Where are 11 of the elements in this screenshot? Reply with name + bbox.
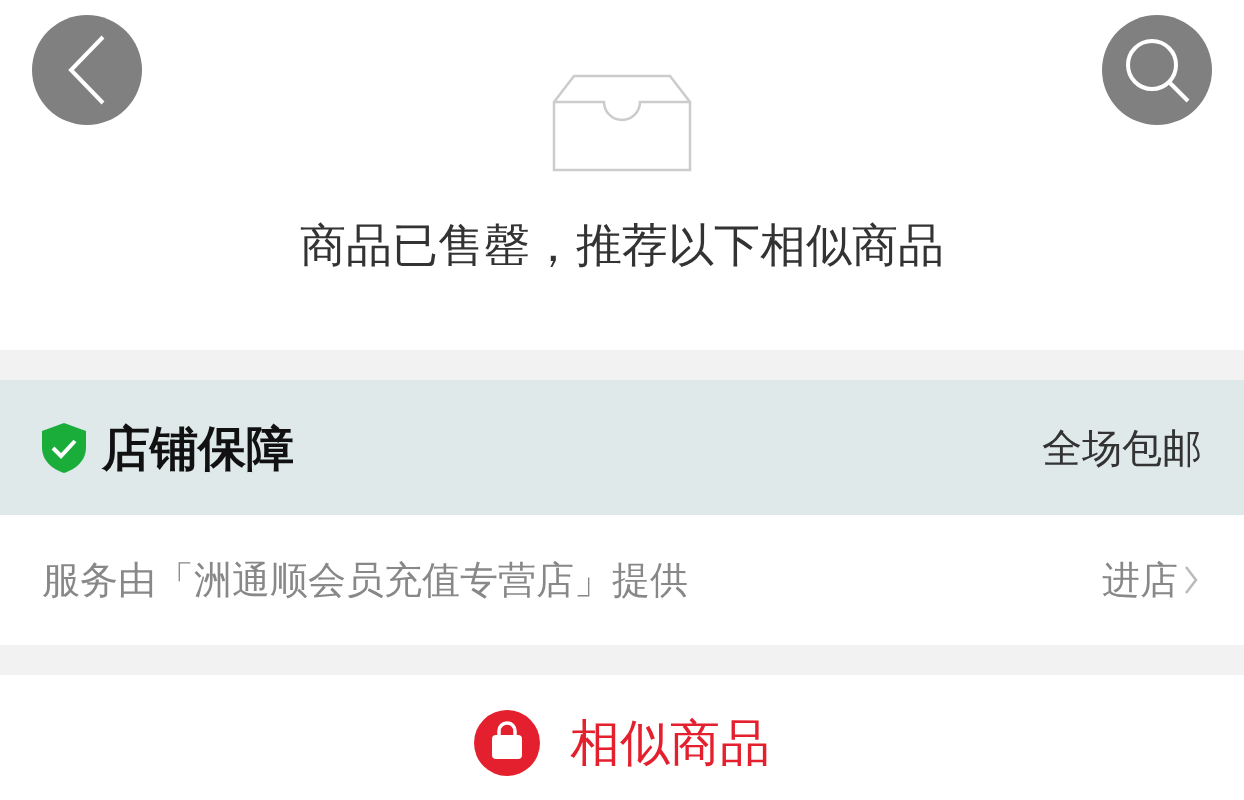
enter-store-link[interactable]: 进店 [1102, 561, 1198, 599]
chevron-right-icon [1184, 565, 1198, 595]
empty-box-icon [552, 74, 692, 172]
guarantee-title: 店铺保障 [102, 423, 294, 472]
free-shipping-label: 全场包邮 [1042, 427, 1202, 468]
back-icon [67, 35, 107, 105]
sold-out-message: 商品已售罄，推荐以下相似商品 [300, 222, 944, 268]
shopping-bag-icon [474, 709, 540, 776]
store-info-text: 服务由「洲通顺会员充值专营店」提供 [42, 561, 688, 599]
similar-products-title: 相似商品 [570, 717, 770, 768]
shield-check-icon [40, 420, 88, 475]
